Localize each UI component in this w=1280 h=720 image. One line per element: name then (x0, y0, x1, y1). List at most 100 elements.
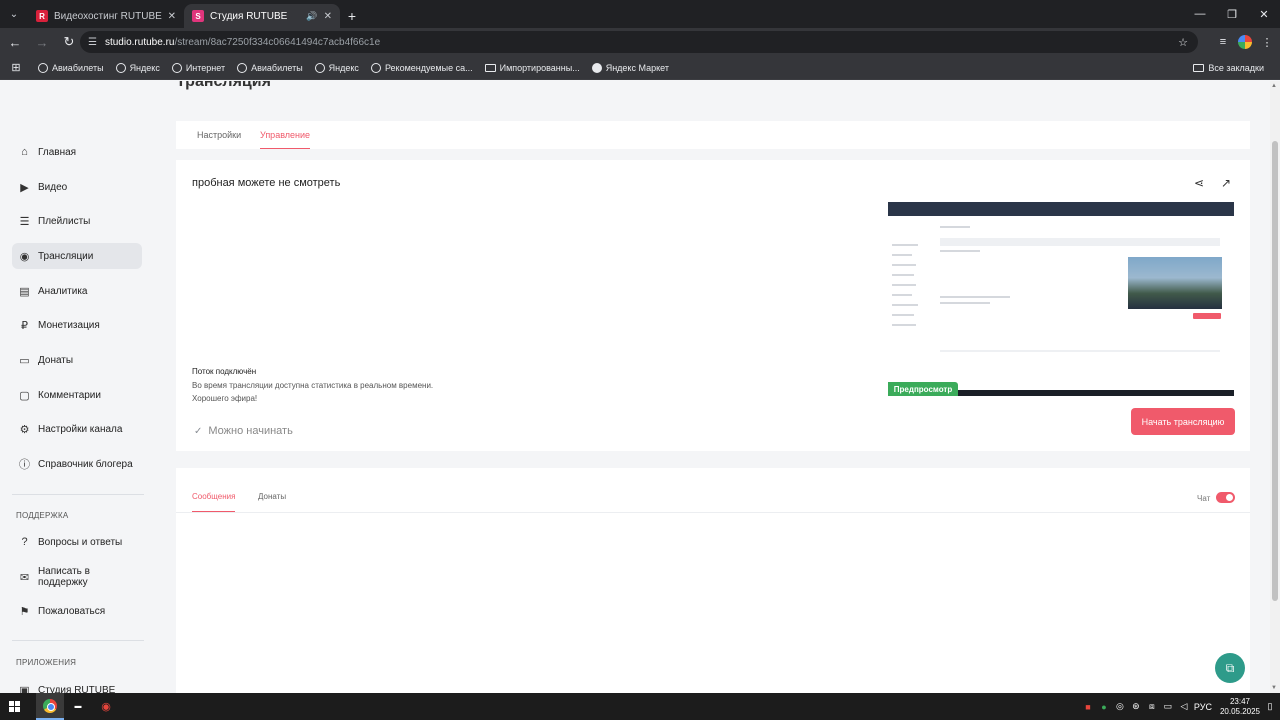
notifications-icon[interactable]: ▯ (1264, 701, 1276, 713)
url-path: /stream/8ac7250f334c06641494c7acb4f66c1e (174, 36, 381, 48)
bookmark-item[interactable]: Яндекс (309, 62, 365, 73)
preview-line (892, 284, 916, 286)
app-icon: ▣ (19, 684, 30, 694)
sidebar-item-comments[interactable]: ▢ Комментарии (12, 382, 142, 408)
url-input[interactable]: ☰ studio.rutube.ru /stream/8ac7250f334c0… (80, 31, 1198, 53)
bookmarks-bar: ⊞ Авиабилеты Яндекс Интернет Авиабилеты … (0, 56, 1280, 80)
apps-heading: ПРИЛОЖЕНИЯ (16, 658, 77, 667)
mail-icon: ✉ (19, 571, 30, 584)
sidebar-item-home[interactable]: ⌂ Главная (12, 139, 142, 165)
ready-label: Можно начинать (208, 425, 293, 437)
obs-taskbar-icon[interactable]: ▬ (64, 693, 92, 720)
scroll-up-icon[interactable]: ▲ (1271, 83, 1277, 89)
start-broadcast-button[interactable]: Начать трансляцию (1131, 408, 1235, 435)
sidebar-item-contact-support[interactable]: ✉ Написать в поддержку (12, 564, 142, 590)
new-tab-icon[interactable]: + (340, 4, 364, 28)
site-info-icon[interactable]: ☰ (88, 37, 97, 48)
stream-card: пробная можете не смотреть ⋖ ↗ Поток под… (176, 160, 1250, 451)
network-icon[interactable]: ▭ (1162, 701, 1174, 713)
tab-management[interactable]: Управление (260, 121, 311, 149)
browser-menu-icon[interactable]: ⋮ (1258, 33, 1276, 51)
sidebar-item-donations[interactable]: ▭ Донаты (12, 347, 142, 373)
preview-line (940, 250, 980, 252)
scroll-down-icon[interactable]: ▼ (1271, 685, 1277, 691)
preview-line (892, 304, 918, 306)
tray-app-icon[interactable]: ■ (1082, 701, 1094, 713)
taskbar-clock[interactable]: 23:47 20.05.2025 (1220, 697, 1260, 717)
donate-icon: ▭ (19, 354, 30, 367)
forward-icon[interactable]: → (30, 30, 54, 54)
sidebar-item-analytics[interactable]: ▤ Аналитика (12, 278, 142, 304)
windows-start-icon[interactable] (0, 693, 28, 720)
yandex-market-icon (591, 62, 602, 73)
sidebar-item-channel-settings[interactable]: ⚙ Настройки канала (12, 416, 142, 442)
sidebar-item-studio-app[interactable]: ▣ Студия RUTUBE (12, 677, 142, 694)
stream-status-line: Во время трансляции доступна статистика … (192, 381, 434, 390)
whatsapp-icon[interactable]: ● (1098, 701, 1110, 713)
close-window-icon[interactable]: ✕ (1248, 0, 1280, 28)
apps-grid-icon[interactable]: ⊞ (0, 61, 32, 74)
sidebar-item-video[interactable]: ▶ Видео (12, 174, 142, 200)
sidebar-divider (12, 640, 144, 641)
browser-tab-studio[interactable]: S Студия RUTUBE 🔊 ✕ (184, 4, 340, 28)
preview-line (940, 226, 970, 228)
volume-icon[interactable]: ◁ (1178, 701, 1190, 713)
restore-icon[interactable]: ❐ (1216, 0, 1248, 28)
help-chat-icon[interactable]: ⧉ (1215, 653, 1245, 683)
share-icon[interactable]: ⋖ (1192, 176, 1206, 190)
tab-settings[interactable]: Настройки (197, 121, 241, 149)
chat-divider (176, 512, 1250, 513)
browser-tab-rutube[interactable]: R Видеохостинг RUTUBE. Смотр ✕ (28, 4, 184, 28)
clock-date: 20.05.2025 (1219, 706, 1260, 716)
bookmark-item[interactable]: Авиабилеты (231, 62, 309, 73)
chrome-taskbar-icon[interactable] (36, 693, 64, 720)
question-icon: ? (21, 536, 28, 548)
reload-icon[interactable]: ↻ (57, 30, 81, 54)
tab-messages[interactable]: Сообщения (192, 492, 236, 512)
sidebar-item-monetization[interactable]: ₽ Монетизация (12, 312, 142, 338)
monetization-icon: ₽ (21, 319, 28, 332)
browser-tab-bar: ⌄ R Видеохостинг RUTUBE. Смотр ✕ S Студи… (0, 0, 1280, 28)
task-view-icon[interactable] (28, 693, 36, 720)
media-control-icon[interactable]: ≡ (1214, 33, 1232, 51)
recorder-taskbar-icon[interactable]: ◉ (92, 693, 120, 720)
tab-title: Видеохостинг RUTUBE. Смотр (54, 10, 162, 22)
back-icon[interactable]: ← (3, 30, 27, 54)
open-external-icon[interactable]: ↗ (1219, 176, 1233, 190)
tray-app-icon[interactable]: ⊛ (1130, 701, 1142, 713)
clock-time: 23:47 (1229, 696, 1250, 706)
check-icon: ✓ (194, 425, 203, 437)
tab-search-chevron-icon[interactable]: ⌄ (0, 0, 28, 28)
close-tab-icon[interactable]: ✕ (324, 11, 332, 22)
sidebar-item-broadcasts[interactable]: ◉ Трансляции (12, 243, 142, 269)
tray-app-icon[interactable]: ◎ (1114, 701, 1126, 713)
bookmark-item[interactable]: Рекомендуемые са... (365, 62, 479, 73)
sidebar-item-blogger-guide[interactable]: ⓘ Справочник блогера (12, 451, 142, 477)
bookmark-item[interactable]: Яндекс (110, 62, 166, 73)
close-tab-icon[interactable]: ✕ (168, 11, 176, 22)
minimize-icon[interactable]: — (1184, 0, 1216, 28)
address-bar-row: ← → ↻ ☰ studio.rutube.ru /stream/8ac7250… (0, 28, 1280, 56)
preview-browser-chrome (888, 202, 1234, 216)
language-indicator[interactable]: РУС (1194, 702, 1212, 712)
bookmark-star-icon[interactable]: ☆ (1178, 36, 1188, 49)
scrollbar-thumb[interactable] (1272, 141, 1278, 601)
bookmark-item[interactable]: Яндекс Маркет (586, 62, 675, 73)
tray-app-icon[interactable]: ⧈ (1146, 701, 1158, 713)
page-scrollbar[interactable]: ▲ ▼ (1270, 81, 1280, 693)
sidebar-item-playlists[interactable]: ☰ Плейлисты (12, 208, 142, 234)
sidebar-item-faq[interactable]: ? Вопросы и ответы (12, 529, 142, 555)
chat-toggle[interactable] (1216, 492, 1235, 503)
speaker-icon[interactable]: 🔊 (306, 11, 317, 22)
stream-preview[interactable] (888, 202, 1234, 396)
bookmark-item[interactable]: Авиабилеты (32, 62, 110, 73)
all-bookmarks[interactable]: Все закладки (1187, 63, 1270, 73)
tab-donations[interactable]: Донаты (258, 492, 286, 512)
bookmark-folder[interactable]: Импортированны... (479, 63, 586, 73)
profile-avatar-icon[interactable] (1238, 35, 1252, 49)
sidebar-item-report[interactable]: ⚑ Пожаловаться (12, 598, 142, 624)
preview-line (892, 244, 918, 246)
bookmark-item[interactable]: Интернет (166, 62, 231, 73)
stream-status-line: Хорошего эфира! (192, 394, 258, 403)
studio-page: Трансляция ⌂ Главная ▶ Видео ☰ Плейлисты ◉ Т… (0, 81, 1270, 693)
